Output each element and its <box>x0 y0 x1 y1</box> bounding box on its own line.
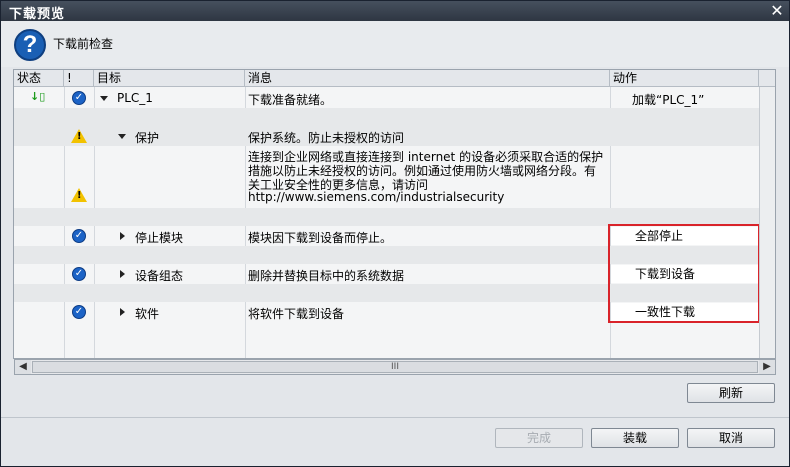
row-message: 保护系统。防止未授权的访问 <box>248 131 405 145</box>
column-header-spare <box>759 70 775 87</box>
help-icon: ? <box>14 29 46 61</box>
table-row[interactable]: ↓▯ ✓ PLC_1 下载准备就绪。 加载“PLC_1” <box>14 88 759 108</box>
row-action[interactable]: 加载“PLC_1” <box>632 91 704 108</box>
finish-button[interactable]: 完成 <box>495 428 583 448</box>
close-icon[interactable]: ✕ <box>768 2 786 20</box>
row-target: 设备组态 <box>135 269 184 283</box>
check-icon: ✓ <box>72 305 86 319</box>
window-title: 下载预览 <box>9 7 66 22</box>
row-target: PLC_1 <box>117 91 153 105</box>
footer-divider <box>1 417 789 418</box>
refresh-button[interactable]: 刷新 <box>687 383 775 403</box>
row-target: 保护 <box>135 131 160 145</box>
check-table: 状态 ! 目标 消息 动作 ↓▯ ✓ PLC_1 下载准备就绪。 加载“PLC_… <box>13 69 776 359</box>
row-message: 下载准备就绪。 <box>248 93 333 107</box>
vertical-scrollbar[interactable] <box>759 87 775 358</box>
dialog-header: ? 下载前检查 <box>1 21 789 67</box>
horizontal-scrollbar[interactable]: ◀ III ▶ <box>14 359 776 375</box>
download-status-icon: ↓▯ <box>30 90 46 103</box>
title-bar: 下载预览 ✕ <box>1 1 789 22</box>
column-header-status[interactable]: 状态 <box>14 70 64 87</box>
table-row[interactable]: 连接到企业网络或直接连接到 internet 的设备必须采取合适的保护 措施以防… <box>14 146 759 208</box>
load-button[interactable]: 装载 <box>591 428 679 448</box>
download-preview-dialog: 下载预览 ✕ ? 下载前检查 状态 ! 目标 消息 动作 ↓▯ ✓ PLC_1 … <box>0 0 790 467</box>
chevron-right-icon[interactable] <box>120 270 125 278</box>
security-link[interactable]: http://www.siemens.com/industrialsecurit… <box>248 190 504 204</box>
chevron-right-icon[interactable] <box>120 308 125 316</box>
scroll-right-icon[interactable]: ▶ <box>759 360 775 374</box>
row-message: 将软件下载到设备 <box>248 307 345 321</box>
scroll-thumb[interactable]: III <box>32 361 758 373</box>
check-icon: ✓ <box>72 267 86 281</box>
cancel-button[interactable]: 取消 <box>687 428 775 448</box>
row-message: 删除并替换目标中的系统数据 <box>248 269 405 283</box>
check-warning-icon: ✓ <box>72 91 86 105</box>
warning-icon <box>71 129 87 143</box>
action-highlight-box <box>608 224 760 323</box>
column-header-bang[interactable]: ! <box>64 70 94 87</box>
row-target: 软件 <box>135 307 160 321</box>
row-target: 停止模块 <box>135 231 184 245</box>
chevron-right-icon[interactable] <box>120 232 125 240</box>
scroll-left-icon[interactable]: ◀ <box>15 360 31 374</box>
warning-icon <box>71 188 87 202</box>
row-message: 模块因下载到设备而停止。 <box>248 231 393 245</box>
chevron-down-icon[interactable] <box>100 96 108 101</box>
table-row[interactable]: 保护 保护系统。防止未授权的访问 <box>14 126 759 146</box>
column-header-target[interactable]: 目标 <box>94 70 245 87</box>
header-heading: 下载前检查 <box>53 37 114 51</box>
column-header-action[interactable]: 动作 <box>610 70 759 87</box>
column-header-message[interactable]: 消息 <box>245 70 610 87</box>
table-row <box>14 108 759 126</box>
chevron-down-icon[interactable] <box>118 134 126 139</box>
check-icon: ✓ <box>72 229 86 243</box>
